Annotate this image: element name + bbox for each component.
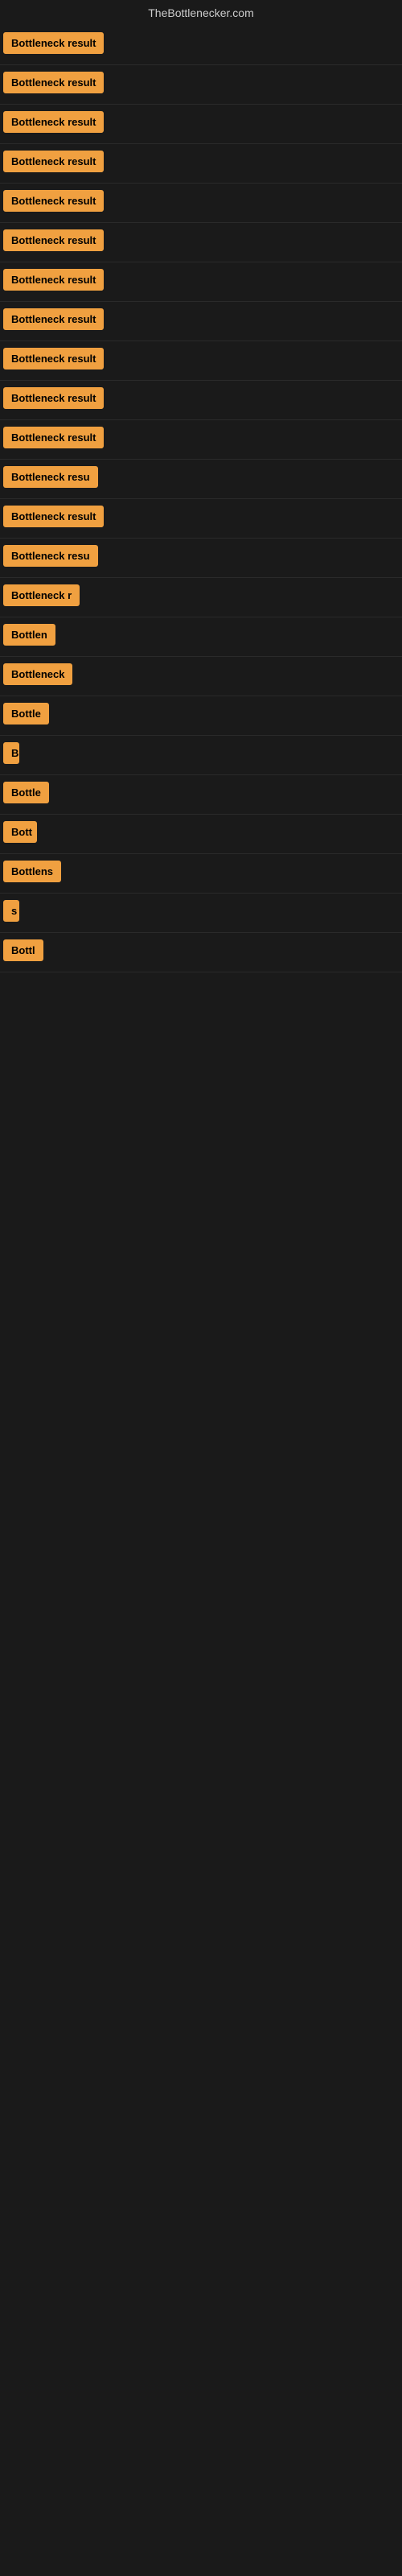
bottleneck-badge[interactable]: Bottlen: [3, 624, 55, 646]
result-row: Bottleneck: [0, 657, 402, 696]
result-row: Bottleneck r: [0, 578, 402, 617]
result-row: Bottle: [0, 696, 402, 736]
result-row: Bottleneck result: [0, 144, 402, 184]
results-container: Bottleneck result Bottleneck result Bottle…: [0, 26, 402, 972]
result-row: Bottlens: [0, 854, 402, 894]
result-row: Bottleneck result: [0, 26, 402, 65]
result-row: Bottleneck result: [0, 105, 402, 144]
result-row: B: [0, 736, 402, 775]
bottleneck-badge[interactable]: Bottleneck: [3, 663, 72, 685]
bottleneck-badge[interactable]: Bottleneck result: [3, 229, 104, 251]
result-row: Bottleneck result: [0, 499, 402, 539]
result-row: Bottleneck result: [0, 302, 402, 341]
bottleneck-badge[interactable]: Bottl: [3, 939, 43, 961]
bottleneck-badge[interactable]: Bottle: [3, 782, 49, 803]
bottleneck-badge[interactable]: Bottle: [3, 703, 49, 724]
result-row: Bottle: [0, 775, 402, 815]
result-row: Bottleneck result: [0, 341, 402, 381]
bottleneck-badge[interactable]: Bottleneck result: [3, 269, 104, 291]
bottleneck-badge[interactable]: B: [3, 742, 19, 764]
bottleneck-badge[interactable]: s: [3, 900, 19, 922]
bottleneck-badge[interactable]: Bottleneck result: [3, 111, 104, 133]
bottleneck-badge[interactable]: Bottleneck result: [3, 151, 104, 172]
result-row: Bottleneck result: [0, 184, 402, 223]
result-row: Bottleneck result: [0, 420, 402, 460]
bottleneck-badge[interactable]: Bottleneck resu: [3, 466, 98, 488]
bottleneck-badge[interactable]: Bottleneck result: [3, 72, 104, 93]
bottleneck-badge[interactable]: Bott: [3, 821, 37, 843]
bottleneck-badge[interactable]: Bottlens: [3, 861, 61, 882]
bottleneck-badge[interactable]: Bottleneck result: [3, 308, 104, 330]
bottleneck-badge[interactable]: Bottleneck result: [3, 506, 104, 527]
bottleneck-badge[interactable]: Bottleneck r: [3, 584, 80, 606]
result-row: Bottlen: [0, 617, 402, 657]
result-row: s: [0, 894, 402, 933]
result-row: Bottleneck result: [0, 262, 402, 302]
bottleneck-badge[interactable]: Bottleneck result: [3, 32, 104, 54]
bottleneck-badge[interactable]: Bottleneck result: [3, 190, 104, 212]
bottleneck-badge[interactable]: Bottleneck resu: [3, 545, 98, 567]
bottleneck-badge[interactable]: Bottleneck result: [3, 387, 104, 409]
result-row: Bottleneck result: [0, 223, 402, 262]
result-row: Bottleneck result: [0, 65, 402, 105]
result-row: Bottleneck result: [0, 381, 402, 420]
result-row: Bott: [0, 815, 402, 854]
bottleneck-badge[interactable]: Bottleneck result: [3, 427, 104, 448]
site-title: TheBottlenecker.com: [0, 0, 402, 26]
result-row: Bottl: [0, 933, 402, 972]
result-row: Bottleneck resu: [0, 539, 402, 578]
bottleneck-badge[interactable]: Bottleneck result: [3, 348, 104, 369]
result-row: Bottleneck resu: [0, 460, 402, 499]
